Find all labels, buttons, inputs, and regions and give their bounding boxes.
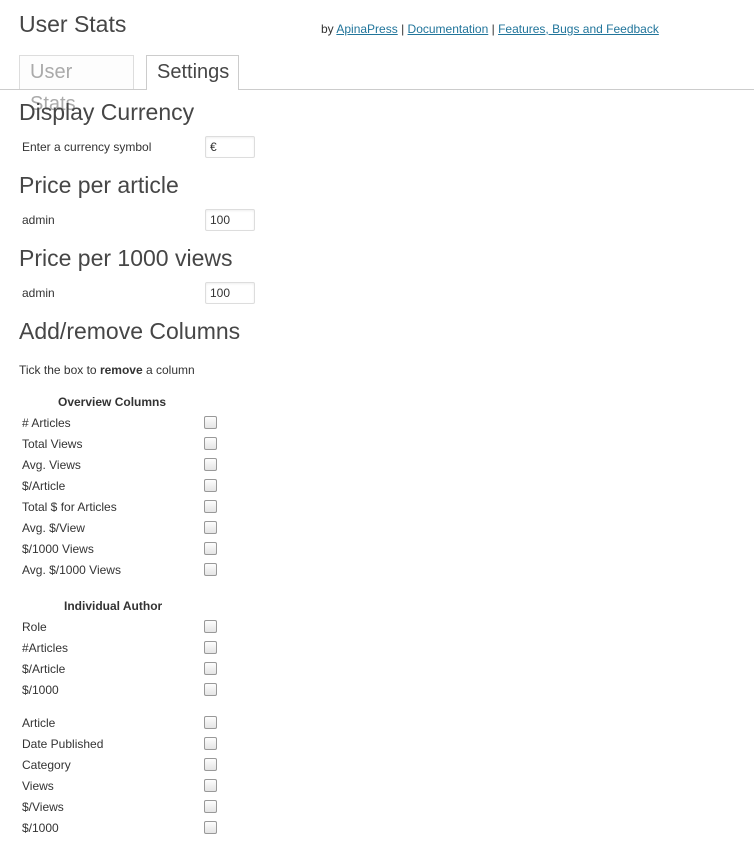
article-column-checkbox[interactable] xyxy=(204,758,217,771)
overview-column-checkbox[interactable] xyxy=(204,500,217,513)
price-views-input[interactable] xyxy=(205,282,255,304)
overview-column-checkbox[interactable] xyxy=(204,458,217,471)
tab-divider xyxy=(0,89,754,90)
hint-suffix: a column xyxy=(145,363,195,377)
documentation-link[interactable]: Documentation xyxy=(408,22,489,36)
tab-settings[interactable]: Settings xyxy=(146,55,239,90)
article-column-label: $/Views xyxy=(22,800,64,814)
price-article-heading: Price per article xyxy=(19,172,179,198)
byline: by ApinaPress | Documentation | Features… xyxy=(321,22,659,36)
article-column-checkbox[interactable] xyxy=(204,737,217,750)
article-column-label: Article xyxy=(22,716,56,730)
separator: | xyxy=(401,22,405,36)
hint-bold: remove xyxy=(99,363,143,377)
price-views-label: admin xyxy=(22,286,55,300)
overview-column-checkbox[interactable] xyxy=(204,521,217,534)
article-column-checkbox[interactable] xyxy=(204,779,217,792)
currency-heading: Display Currency xyxy=(19,99,195,125)
author-column-label: Role xyxy=(22,620,47,634)
separator: | xyxy=(491,22,495,36)
apinapress-link[interactable]: ApinaPress xyxy=(336,22,397,36)
overview-column-label: Avg. Views xyxy=(22,458,81,472)
overview-column-label: $/1000 Views xyxy=(22,542,94,556)
price-article-input[interactable] xyxy=(205,209,255,231)
feedback-link[interactable]: Features, Bugs and Feedback xyxy=(498,22,659,36)
overview-column-checkbox[interactable] xyxy=(204,542,217,555)
overview-column-checkbox[interactable] xyxy=(204,479,217,492)
hint-prefix: Tick the box to xyxy=(19,363,97,377)
overview-column-checkbox[interactable] xyxy=(204,437,217,450)
article-column-label: Category xyxy=(22,758,71,772)
overview-column-label: Avg. $/1000 Views xyxy=(22,563,121,577)
article-column-label: Date Published xyxy=(22,737,104,751)
article-column-label: Views xyxy=(22,779,54,793)
author-column-label: #Articles xyxy=(22,641,69,655)
byline-prefix: by xyxy=(321,22,334,36)
overview-column-checkbox[interactable] xyxy=(204,416,217,429)
columns-heading: Add/remove Columns xyxy=(19,318,241,344)
author-column-checkbox[interactable] xyxy=(204,662,217,675)
author-column-checkbox[interactable] xyxy=(204,641,217,654)
page-title: User Stats xyxy=(19,11,127,37)
article-column-label: $/1000 xyxy=(22,821,59,835)
overview-column-label: # Articles xyxy=(22,416,71,430)
overview-column-label: Total $ for Articles xyxy=(22,500,117,514)
author-column-checkbox[interactable] xyxy=(204,683,217,696)
overview-column-label: Total Views xyxy=(22,437,83,451)
columns-hint: Tick the box to remove a column xyxy=(19,363,195,377)
overview-columns-heading: Overview Columns xyxy=(58,395,167,409)
currency-symbol-input[interactable] xyxy=(205,136,255,158)
price-article-label: admin xyxy=(22,213,55,227)
author-column-label: $/Article xyxy=(22,662,66,676)
tab-user-stats[interactable]: User Stats xyxy=(19,55,134,115)
article-column-checkbox[interactable] xyxy=(204,800,217,813)
overview-column-checkbox[interactable] xyxy=(204,563,217,576)
author-column-label: $/1000 xyxy=(22,683,59,697)
price-views-heading: Price per 1000 views xyxy=(19,245,233,271)
currency-label: Enter a currency symbol xyxy=(22,140,152,154)
overview-column-label: Avg. $/View xyxy=(22,521,85,535)
individual-author-heading: Individual Author xyxy=(64,599,163,613)
article-column-checkbox[interactable] xyxy=(204,821,217,834)
author-column-checkbox[interactable] xyxy=(204,620,217,633)
overview-column-label: $/Article xyxy=(22,479,66,493)
article-column-checkbox[interactable] xyxy=(204,716,217,729)
